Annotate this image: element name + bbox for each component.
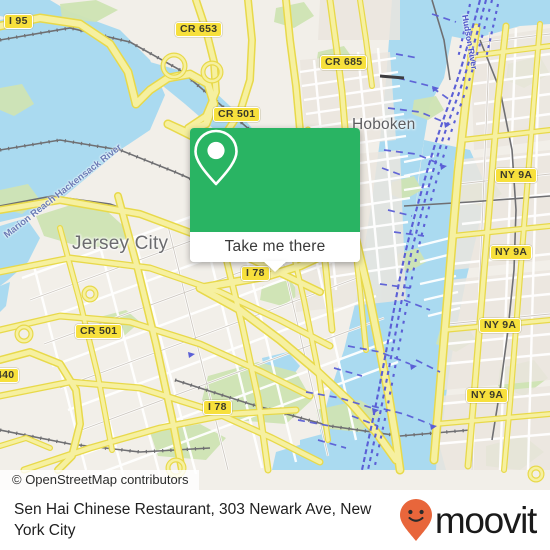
- road-shield-cr501-upper: CR 501: [213, 107, 261, 122]
- footer-bar: Sen Hai Chinese Restaurant, 303 Newark A…: [0, 490, 550, 550]
- map-pin-icon: [194, 129, 238, 186]
- road-shield-ny9a-1: NY 9A: [495, 168, 538, 183]
- osm-attribution[interactable]: © OpenStreetMap contributors: [0, 470, 199, 490]
- place-label-jersey-city: Jersey City: [72, 233, 169, 254]
- place-label-hoboken: Hoboken: [352, 116, 416, 133]
- take-me-there-button[interactable]: Take me there: [190, 232, 360, 262]
- road-shield-ny9a-4: NY 9A: [466, 388, 509, 403]
- road-shield-cr685: CR 685: [320, 55, 368, 70]
- road-shield-cr653: CR 653: [175, 22, 223, 37]
- popup-pointer-tail: [263, 261, 287, 272]
- moovit-wordmark: moovit: [434, 499, 537, 541]
- moovit-pin-smiley-icon: [399, 499, 432, 541]
- road-shield-ny9a-2: NY 9A: [490, 245, 533, 260]
- location-title: Sen Hai Chinese Restaurant, 303 Newark A…: [14, 501, 372, 539]
- popup-pin-area: [190, 128, 360, 232]
- location-popup-card[interactable]: Take me there: [190, 128, 360, 272]
- road-shield-i95: I 95: [4, 14, 33, 29]
- road-shield-440: 440: [0, 368, 20, 383]
- road-shield-i78-lower: I 78: [203, 400, 232, 415]
- map-canvas[interactable]: Jersey City Hoboken Hudson River Marion …: [0, 0, 550, 490]
- screenshot-root: Jersey City Hoboken Hudson River Marion …: [0, 0, 550, 550]
- moovit-logo[interactable]: moovit: [399, 498, 537, 542]
- road-shield-cr501-lower: CR 501: [75, 324, 123, 339]
- road-shield-ny9a-3: NY 9A: [479, 318, 522, 333]
